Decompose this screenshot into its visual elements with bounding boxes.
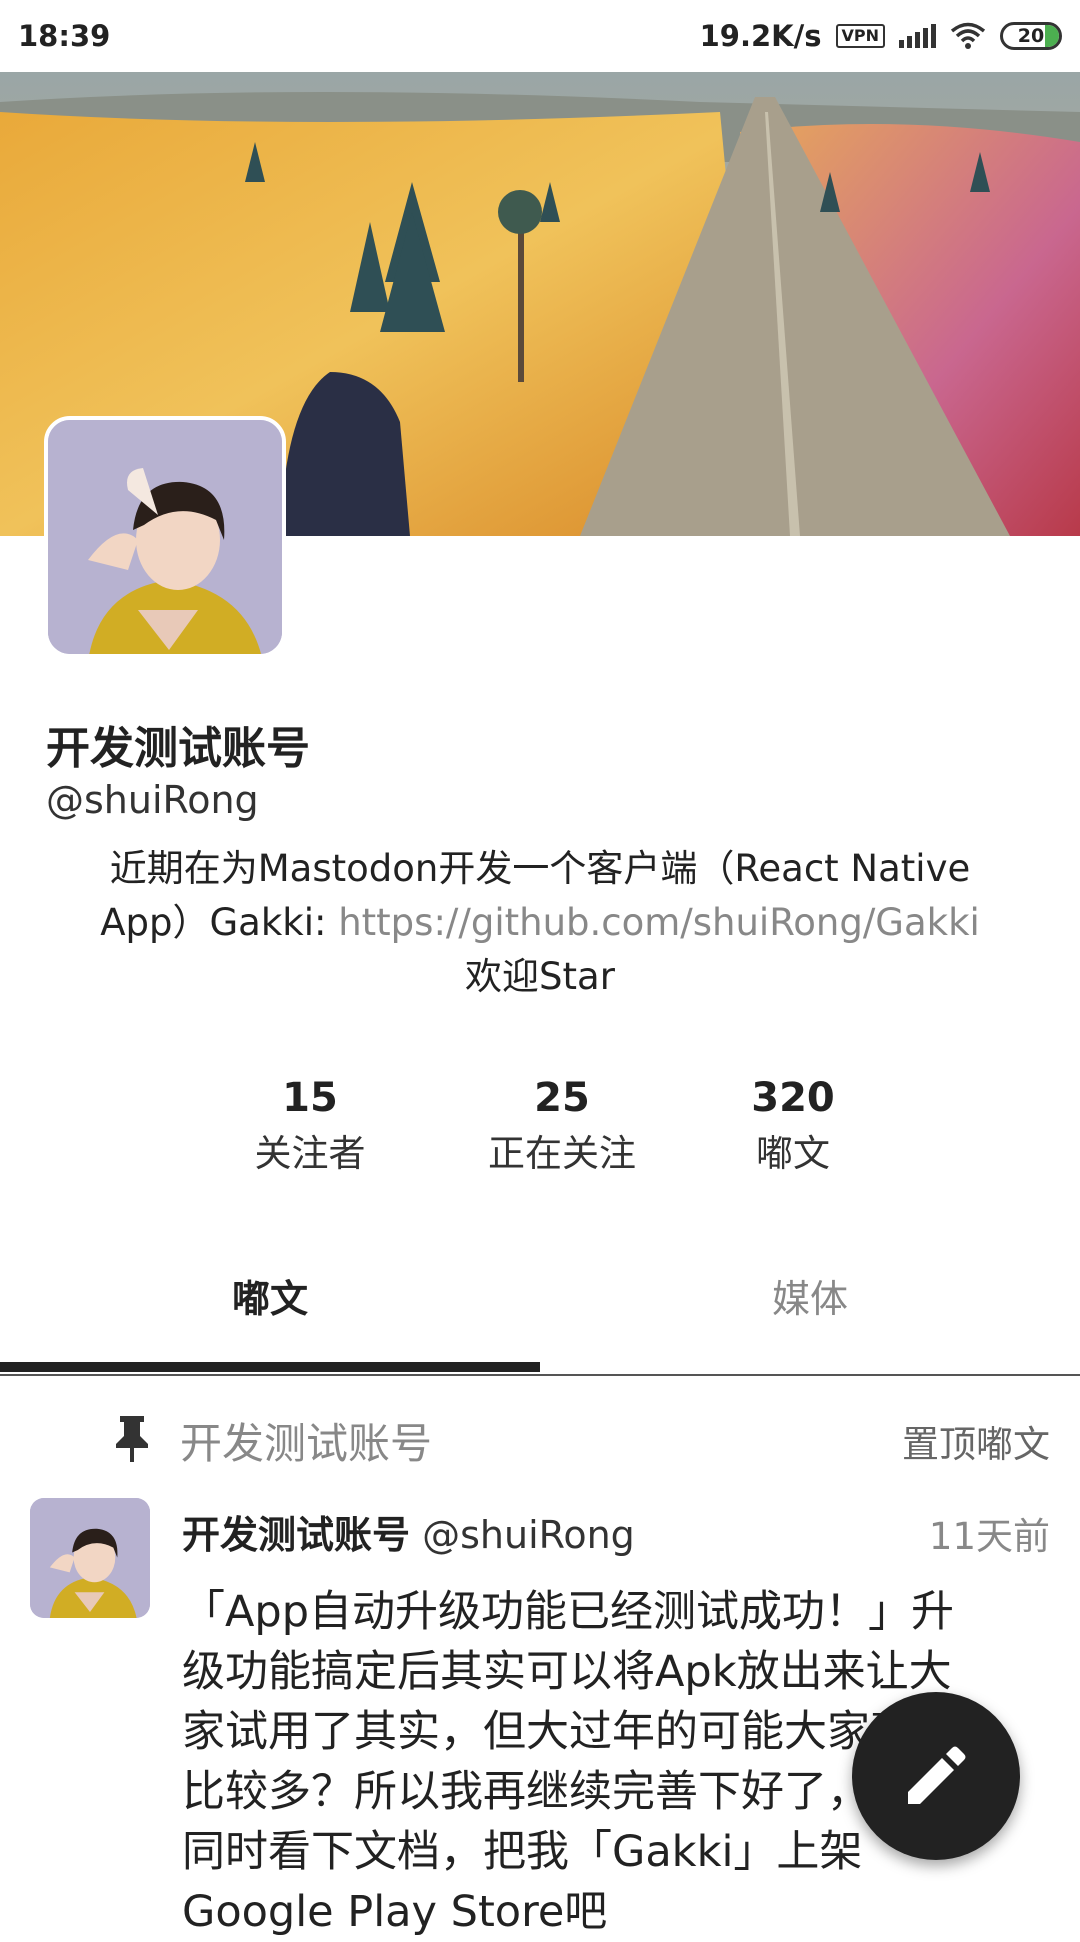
tab-media[interactable]: 媒体 [540,1220,1080,1370]
battery-level: 20 [1017,25,1045,47]
stat-label: 关注者 [254,1132,366,1175]
stat-toots[interactable]: 320 嘟文 [683,1070,903,1182]
post-author-handle: @shuiRong [422,1513,635,1557]
profile-bio: 近期在为Mastodon开发一个客户端（React Native App）Gak… [60,842,1020,1004]
profile-avatar[interactable] [44,416,286,658]
signal-icon [899,24,936,48]
tab-divider [0,1374,1080,1376]
compose-button[interactable] [852,1692,1020,1860]
stat-label: 正在关注 [488,1132,636,1175]
post-avatar[interactable] [30,1498,150,1618]
profile-tabs: 嘟文 媒体 [0,1220,1080,1376]
stat-value: 320 [751,1075,835,1121]
post-header: 开发测试账号 @shuiRong [182,1504,635,1559]
bio-text-suffix: 欢迎Star [465,955,615,998]
vpn-badge: VPN [835,24,885,48]
tab-toots[interactable]: 嘟文 [0,1220,540,1370]
post-author-name: 开发测试账号 [182,1513,411,1557]
status-bar: 18:39 19.2K/s VPN 20 [0,0,1080,72]
pinned-account-name: 开发测试账号 [180,1419,433,1468]
stat-value: 25 [534,1075,590,1121]
net-speed: 19.2K/s [699,19,822,53]
status-icons: 19.2K/s VPN 20 [700,19,1062,53]
status-time: 18:39 [18,19,111,53]
stat-followers[interactable]: 15 关注者 [200,1070,420,1182]
post-timestamp: 11天前 [928,1515,1050,1558]
pencil-icon [908,1746,966,1804]
tab-indicator [0,1362,540,1372]
pin-icon [116,1416,148,1462]
pinned-tag: 置顶嘟文 [902,1423,1050,1466]
display-name: 开发测试账号 [46,723,310,774]
stat-following[interactable]: 25 正在关注 [452,1070,672,1182]
stat-label: 嘟文 [756,1132,830,1175]
stat-value: 15 [282,1075,338,1121]
bio-link[interactable]: https://github.com/shuiRong/Gakki [338,901,980,944]
pinned-header: 开发测试账号 置顶嘟文 [0,1400,1080,1480]
battery-icon: 20 [1000,22,1062,50]
profile-stats: 15 关注者 25 正在关注 320 嘟文 [0,1070,1080,1190]
account-handle: @shuiRong [46,778,259,822]
wifi-icon [950,22,986,49]
